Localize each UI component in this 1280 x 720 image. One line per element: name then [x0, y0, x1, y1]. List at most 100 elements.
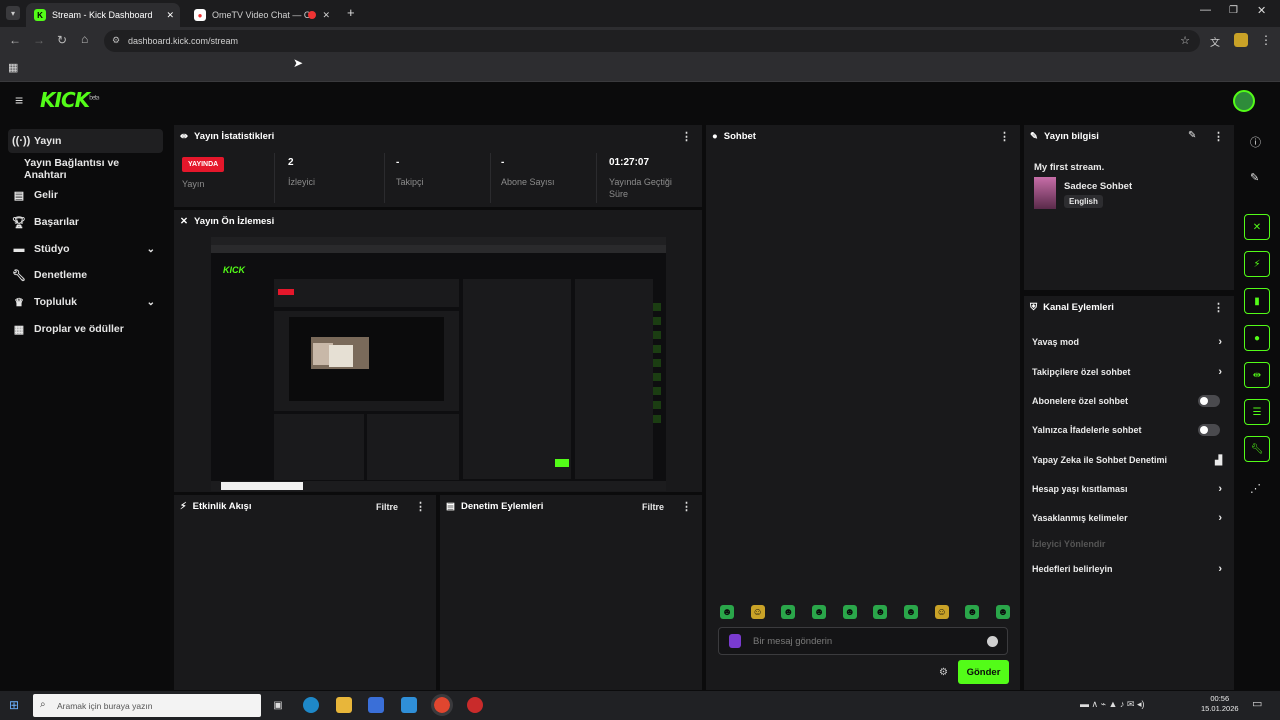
stream-category[interactable]: Sadece Sohbet — [1064, 181, 1132, 192]
restore-button[interactable]: ❐ — [1229, 5, 1238, 16]
panel-header: ✎ Yayın bilgisi — [1024, 125, 1234, 147]
emote-icon[interactable]: ☻ — [842, 605, 857, 619]
sidebar-item-label: Topluluk — [34, 296, 77, 308]
toggle-switch[interactable] — [1198, 424, 1220, 436]
tab-ometv[interactable]: ● OmeTV Video Chat — Omegle ✕ — [186, 3, 336, 27]
emote-icon[interactable]: ☺ — [934, 605, 949, 619]
filter-button[interactable]: Filtre — [376, 502, 398, 512]
site-info-icon[interactable]: ⚙ — [112, 35, 120, 46]
sidebar-item-achievements[interactable]: 🏆︎ Başarılar — [8, 210, 163, 234]
quick-action-host[interactable]: ⇹ — [1244, 362, 1270, 388]
close-tab-icon[interactable]: ✕ — [322, 10, 330, 21]
mini-kick-logo: KICK — [223, 265, 245, 275]
action-banned-words[interactable]: Yasaklanmış kelimeler › — [1032, 508, 1222, 528]
sidebar-item-moderation[interactable]: 🔧︎ Denetleme — [8, 263, 163, 287]
action-account-age[interactable]: Hesap yaşı kısıtlaması › — [1032, 479, 1222, 499]
new-tab-button[interactable]: + — [347, 5, 355, 20]
chat-placeholder: Bir mesaj gönderin — [753, 636, 833, 647]
quick-action-chat[interactable]: ● — [1244, 325, 1270, 351]
sidebar-item-revenue[interactable]: ▤ Gelir — [8, 183, 163, 207]
emote-icon[interactable]: ☻ — [903, 605, 918, 619]
info-icon[interactable]: ⓘ — [1250, 134, 1261, 150]
notifications-icon[interactable]: ▭ — [1252, 697, 1262, 710]
more-options-icon[interactable]: ⋮ — [681, 130, 692, 143]
action-slow-mode[interactable]: Yavaş mod › — [1032, 332, 1222, 352]
action-set-goals[interactable]: Hedefleri belirleyin › — [1032, 559, 1222, 579]
action-ai-moderation[interactable]: Yapay Zeka ile Sohbet Denetimi ▟ — [1032, 450, 1222, 470]
user-avatar[interactable] — [1233, 90, 1255, 112]
obs-icon[interactable] — [467, 697, 483, 713]
translate-icon[interactable]: 文 — [1210, 34, 1220, 49]
mail-icon[interactable] — [401, 697, 417, 713]
emote-icon[interactable]: ☺ — [750, 605, 765, 619]
bookmark-star-icon[interactable]: ☆ — [1180, 34, 1190, 47]
toggle-switch[interactable] — [1198, 395, 1220, 407]
forward-arrow-icon[interactable]: → — [33, 33, 45, 47]
reload-icon[interactable]: ↻ — [57, 33, 67, 47]
more-options-icon[interactable]: ⋮ — [1213, 301, 1224, 314]
browser-menu-icon[interactable]: ⋮ — [1260, 33, 1272, 47]
tab-kick-dashboard[interactable]: K Stream - Kick Dashboard ✕ — [26, 3, 180, 27]
back-arrow-icon[interactable]: ← — [9, 33, 21, 47]
filter-button[interactable]: Filtre — [642, 502, 664, 512]
chevron-right-icon: › — [1218, 563, 1222, 575]
sidebar-item-stream-key[interactable]: Yayın Bağlantısı ve Anahtarı — [8, 157, 163, 181]
windows-start-icon[interactable]: ⊞ — [9, 698, 19, 712]
close-window-button[interactable]: ✕ — [1257, 4, 1266, 17]
sidebar-item-label: Droplar ve ödüller — [34, 323, 124, 335]
home-icon[interactable]: ⌂ — [81, 32, 88, 46]
panel-header: ✕ Yayın Ön İzlemesi — [174, 210, 702, 232]
edge-browser-icon[interactable] — [303, 697, 319, 713]
sidebar-item-drops[interactable]: ▦ Droplar ve ödüller — [8, 317, 163, 341]
emote-icon[interactable]: ☻ — [811, 605, 826, 619]
minimize-button[interactable]: — — [1200, 4, 1211, 16]
taskbar-clock[interactable]: 00:56 15.01.2026 — [1201, 694, 1239, 714]
hamburger-menu-icon[interactable]: ≡ — [15, 92, 23, 108]
moderation-actions-panel: ▤ Denetim Eylemleri Filtre ⋮ — [440, 495, 702, 690]
quick-action-poll[interactable]: ☰ — [1244, 399, 1270, 425]
more-options-icon[interactable]: ⋮ — [1213, 130, 1224, 143]
lightning-icon: ⚡︎ — [180, 500, 187, 512]
tray-icons[interactable]: ▬ ∧ ⌁ ▲ ♪ ✉ ◂) — [1080, 699, 1144, 710]
apps-grid-icon[interactable]: ▦ — [8, 61, 18, 74]
quick-action-moderation[interactable]: 🔧︎ — [1244, 436, 1270, 462]
more-options-icon[interactable]: ⋮ — [681, 500, 692, 513]
edit-icon[interactable]: ✎ — [1250, 171, 1259, 184]
chrome-browser-icon[interactable] — [431, 694, 453, 716]
extension-icon[interactable] — [1234, 33, 1248, 47]
sidebar-item-stream[interactable]: ((·)) Yayın — [8, 129, 163, 153]
action-emotes-only[interactable]: Yalnızca İfadelerle sohbet — [1032, 420, 1222, 440]
stream-preview-video[interactable]: KICK — [211, 237, 666, 491]
tab-search-button[interactable]: ▾ — [6, 6, 20, 20]
sidebar-item-studio[interactable]: ▬ Stüdyo ⌄ — [8, 237, 163, 261]
emote-icon[interactable]: ☻ — [995, 605, 1010, 619]
action-followers-only[interactable]: Takipçilere özel sohbet › — [1032, 362, 1222, 382]
quick-action-raid[interactable]: ✕ — [1244, 214, 1270, 240]
close-tab-icon[interactable]: ✕ — [166, 10, 174, 21]
share-icon[interactable]: ⋰ — [1250, 482, 1261, 495]
emoji-picker-icon[interactable] — [987, 636, 998, 647]
emote-icon[interactable]: ☻ — [965, 605, 980, 619]
chat-settings-icon[interactable]: ⚙ — [939, 667, 948, 678]
taskbar-search-input[interactable]: ⌕ Aramak için buraya yazın — [33, 694, 261, 717]
stat-value: - — [396, 157, 400, 168]
url-input[interactable]: ⚙ dashboard.kick.com/stream ☆ — [104, 30, 1200, 52]
emote-icon[interactable]: ☻ — [873, 605, 888, 619]
chat-message-input[interactable]: Bir mesaj gönderin — [718, 627, 1008, 655]
sidebar-item-community[interactable]: ♛ Topluluk ⌄ — [8, 290, 163, 314]
more-options-icon[interactable]: ⋮ — [999, 130, 1010, 143]
microphone-icon[interactable] — [729, 634, 741, 648]
more-options-icon[interactable]: ⋮ — [415, 500, 426, 513]
quick-action-alert[interactable]: ⚡︎ — [1244, 251, 1270, 277]
store-icon[interactable] — [368, 697, 384, 713]
emote-icon[interactable]: ☻ — [781, 605, 796, 619]
task-view-icon[interactable]: ▣ — [270, 697, 286, 713]
action-subscribers-only[interactable]: Abonelere özel sohbet — [1032, 391, 1222, 411]
quick-action-clips[interactable]: ▮ — [1244, 288, 1270, 314]
kick-logo[interactable]: KICKbeta — [40, 88, 100, 112]
send-button[interactable]: Gönder — [958, 660, 1009, 684]
edit-pencil-icon[interactable]: ✎ — [1188, 130, 1196, 141]
file-explorer-icon[interactable] — [336, 697, 352, 713]
stat-label: Yayında Geçtiği Süre — [609, 177, 672, 199]
emote-icon[interactable]: ☻ — [720, 605, 734, 619]
